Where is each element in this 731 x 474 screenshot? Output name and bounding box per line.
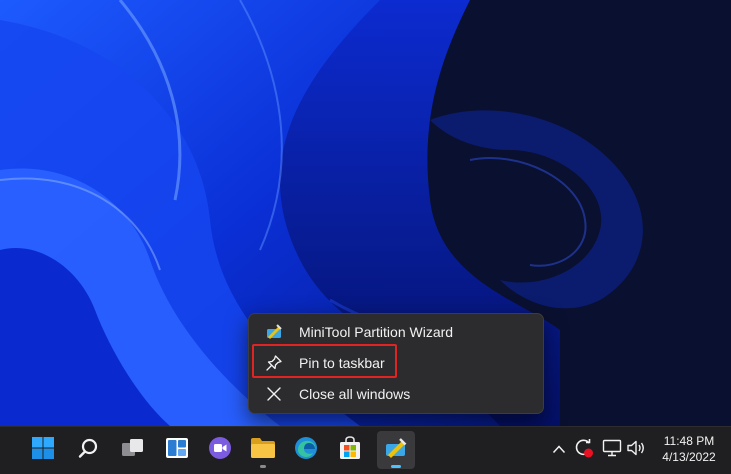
file-explorer-button[interactable] <box>244 431 282 469</box>
store-button[interactable] <box>331 431 369 469</box>
volume-icon <box>626 439 646 462</box>
chat-button[interactable] <box>201 431 239 469</box>
highlight-annotation-box <box>252 344 397 378</box>
minitool-app-icon <box>264 322 284 342</box>
menu-item-close-all-windows[interactable]: Close all windows <box>255 380 537 408</box>
task-view-icon <box>121 437 145 464</box>
clock-time: 11:48 PM <box>663 434 715 448</box>
chevron-up-icon <box>552 441 566 459</box>
sync-error-icon <box>573 437 595 464</box>
volume-button[interactable] <box>625 439 647 461</box>
edge-button[interactable] <box>287 431 325 469</box>
start-button[interactable] <box>24 431 62 469</box>
running-indicator <box>260 465 266 468</box>
edge-icon <box>294 436 318 465</box>
minitool-app-icon <box>384 436 408 465</box>
minitool-taskbar-button[interactable] <box>377 431 415 469</box>
taskbar <box>0 426 731 474</box>
menu-item-label: Close all windows <box>299 386 411 402</box>
taskbar-clock[interactable]: 11:48 PM 4/13/2022 <box>654 433 724 465</box>
file-explorer-icon <box>250 437 276 464</box>
network-button[interactable] <box>601 439 623 461</box>
clock-date: 4/13/2022 <box>662 450 716 464</box>
menu-item-label: MiniTool Partition Wizard <box>299 324 454 340</box>
close-icon <box>264 384 284 404</box>
chat-icon <box>208 436 232 465</box>
show-hidden-icons-button[interactable] <box>548 439 570 461</box>
start-icon <box>31 436 55 465</box>
running-indicator <box>391 465 401 468</box>
menu-item-minitool-app[interactable]: MiniTool Partition Wizard <box>255 318 537 346</box>
task-view-button[interactable] <box>114 431 152 469</box>
widgets-icon <box>165 437 189 464</box>
search-button[interactable] <box>69 431 107 469</box>
sync-status-button[interactable] <box>573 437 595 464</box>
network-icon <box>602 439 622 462</box>
widgets-button[interactable] <box>158 431 196 469</box>
store-icon <box>339 435 361 465</box>
search-icon <box>77 437 99 464</box>
